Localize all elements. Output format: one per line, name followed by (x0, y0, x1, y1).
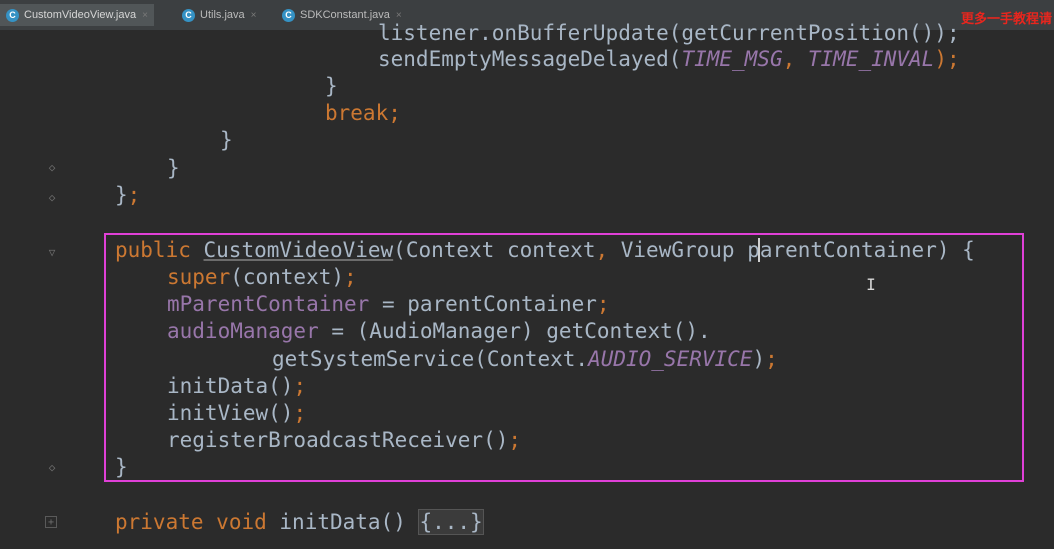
tab-label: SDKConstant.java (300, 9, 390, 21)
watermark-text: 更多一手教程请 (960, 12, 1052, 27)
expand-fold-icon[interactable]: + (45, 516, 57, 528)
text-caret (758, 238, 760, 262)
tab-utils[interactable]: C Utils.java × (176, 4, 256, 26)
fold-marker-icon[interactable]: ◇ (45, 190, 59, 204)
editor-gutter: ◇ ◇ ▽ ◇ + (0, 30, 80, 549)
code-line: }; (115, 183, 141, 207)
class-icon: C (282, 8, 295, 22)
code-line: listener.onBufferUpdate(getCurrentPositi… (378, 21, 960, 45)
tab-label: CustomVideoView.java (24, 9, 137, 21)
close-icon[interactable]: × (251, 10, 257, 21)
code-line: } (325, 74, 338, 98)
class-icon: C (182, 8, 195, 22)
highlight-box (104, 233, 1024, 482)
close-icon[interactable]: × (396, 10, 402, 21)
tab-customvideoview[interactable]: C CustomVideoView.java × (0, 4, 154, 26)
fold-marker-icon[interactable]: ◇ (45, 460, 59, 474)
class-icon: C (6, 8, 19, 22)
ibeam-cursor-icon: I (866, 275, 876, 294)
code-line: sendEmptyMessageDelayed(TIME_MSG, TIME_I… (378, 47, 960, 71)
tab-label: Utils.java (200, 9, 245, 21)
folded-code-block[interactable]: {...} (418, 509, 484, 535)
code-line: private void initData() {...} (115, 509, 484, 535)
code-line: } (220, 128, 233, 152)
fold-marker-icon[interactable]: ▽ (45, 245, 59, 259)
close-icon[interactable]: × (142, 10, 148, 21)
code-line: } (167, 156, 180, 180)
code-line: break; (325, 101, 401, 125)
fold-marker-icon[interactable]: ◇ (45, 160, 59, 174)
